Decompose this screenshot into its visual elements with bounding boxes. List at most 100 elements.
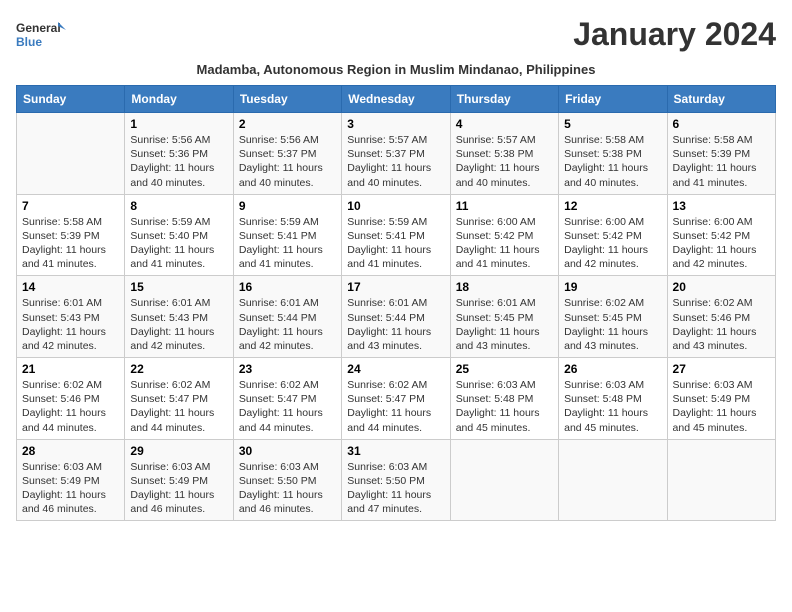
day-number: 24 <box>347 362 444 376</box>
day-number: 26 <box>564 362 661 376</box>
cell-content: Sunrise: 6:00 AM Sunset: 5:42 PM Dayligh… <box>564 215 661 272</box>
calendar-cell: 19 Sunrise: 6:02 AM Sunset: 5:45 PM Dayli… <box>559 276 667 358</box>
cell-content: Sunrise: 6:01 AM Sunset: 5:43 PM Dayligh… <box>130 296 227 353</box>
day-number: 17 <box>347 280 444 294</box>
calendar-cell <box>559 439 667 521</box>
calendar-cell: 31Sunrise: 6:03 AM Sunset: 5:50 PM Dayli… <box>342 439 450 521</box>
day-number: 30 <box>239 444 336 458</box>
day-number: 5 <box>564 117 661 131</box>
cell-content: Sunrise: 5:59 AM Sunset: 5:41 PM Dayligh… <box>239 215 336 272</box>
calendar-cell: 15 Sunrise: 6:01 AM Sunset: 5:43 PM Dayli… <box>125 276 233 358</box>
calendar-cell: 29Sunrise: 6:03 AM Sunset: 5:49 PM Dayli… <box>125 439 233 521</box>
calendar-cell: 28 Sunrise: 6:03 AM Sunset: 5:49 PM Dayli… <box>17 439 125 521</box>
day-number: 19 <box>564 280 661 294</box>
day-header-friday: Friday <box>559 86 667 113</box>
logo: General Blue <box>16 16 66 58</box>
cell-content: Sunrise: 5:58 AM Sunset: 5:39 PM Dayligh… <box>22 215 119 272</box>
day-header-wednesday: Wednesday <box>342 86 450 113</box>
calendar-cell: 21Sunrise: 6:02 AM Sunset: 5:46 PM Dayli… <box>17 358 125 440</box>
calendar-cell: 7 Sunrise: 5:58 AM Sunset: 5:39 PM Daylig… <box>17 194 125 276</box>
cell-content: Sunrise: 5:56 AM Sunset: 5:36 PM Dayligh… <box>130 133 227 190</box>
cell-content: Sunrise: 6:02 AM Sunset: 5:45 PM Dayligh… <box>564 296 661 353</box>
cell-content: Sunrise: 5:56 AM Sunset: 5:37 PM Dayligh… <box>239 133 336 190</box>
calendar-cell: 1 Sunrise: 5:56 AM Sunset: 5:36 PM Daylig… <box>125 113 233 195</box>
calendar-week-2: 7 Sunrise: 5:58 AM Sunset: 5:39 PM Daylig… <box>17 194 776 276</box>
calendar-cell: 22Sunrise: 6:02 AM Sunset: 5:47 PM Dayli… <box>125 358 233 440</box>
calendar-table: SundayMondayTuesdayWednesdayThursdayFrid… <box>16 85 776 521</box>
day-number: 4 <box>456 117 553 131</box>
calendar-cell: 10 Sunrise: 5:59 AM Sunset: 5:41 PM Dayli… <box>342 194 450 276</box>
cell-content: Sunrise: 5:58 AM Sunset: 5:39 PM Dayligh… <box>673 133 770 190</box>
day-number: 7 <box>22 199 119 213</box>
month-title: January 2024 <box>573 16 776 53</box>
calendar-cell: 20 Sunrise: 6:02 AM Sunset: 5:46 PM Dayli… <box>667 276 775 358</box>
day-header-thursday: Thursday <box>450 86 558 113</box>
calendar-cell: 5 Sunrise: 5:58 AM Sunset: 5:38 PM Daylig… <box>559 113 667 195</box>
calendar-cell: 30 Sunrise: 6:03 AM Sunset: 5:50 PM Dayli… <box>233 439 341 521</box>
cell-content: Sunrise: 6:02 AM Sunset: 5:47 PM Dayligh… <box>347 378 444 435</box>
calendar-cell: 11Sunrise: 6:00 AM Sunset: 5:42 PM Dayli… <box>450 194 558 276</box>
day-number: 20 <box>673 280 770 294</box>
calendar-subtitle: Madamba, Autonomous Region in Muslim Min… <box>16 62 776 77</box>
day-number: 22 <box>130 362 227 376</box>
calendar-week-1: 1 Sunrise: 5:56 AM Sunset: 5:36 PM Daylig… <box>17 113 776 195</box>
calendar-cell: 26 Sunrise: 6:03 AM Sunset: 5:48 PM Dayli… <box>559 358 667 440</box>
cell-content: Sunrise: 5:58 AM Sunset: 5:38 PM Dayligh… <box>564 133 661 190</box>
day-header-sunday: Sunday <box>17 86 125 113</box>
calendar-cell: 6 Sunrise: 5:58 AM Sunset: 5:39 PM Daylig… <box>667 113 775 195</box>
cell-content: Sunrise: 6:02 AM Sunset: 5:46 PM Dayligh… <box>22 378 119 435</box>
day-number: 10 <box>347 199 444 213</box>
day-number: 2 <box>239 117 336 131</box>
calendar-cell: 25Sunrise: 6:03 AM Sunset: 5:48 PM Dayli… <box>450 358 558 440</box>
day-number: 29 <box>130 444 227 458</box>
calendar-cell <box>450 439 558 521</box>
day-header-monday: Monday <box>125 86 233 113</box>
cell-content: Sunrise: 6:03 AM Sunset: 5:50 PM Dayligh… <box>239 460 336 517</box>
day-number: 27 <box>673 362 770 376</box>
cell-content: Sunrise: 6:01 AM Sunset: 5:45 PM Dayligh… <box>456 296 553 353</box>
calendar-cell: 9 Sunrise: 5:59 AM Sunset: 5:41 PM Daylig… <box>233 194 341 276</box>
cell-content: Sunrise: 6:02 AM Sunset: 5:46 PM Dayligh… <box>673 296 770 353</box>
cell-content: Sunrise: 6:01 AM Sunset: 5:44 PM Dayligh… <box>347 296 444 353</box>
cell-content: Sunrise: 6:03 AM Sunset: 5:50 PM Dayligh… <box>347 460 444 517</box>
svg-text:Blue: Blue <box>16 35 42 49</box>
calendar-cell: 18 Sunrise: 6:01 AM Sunset: 5:45 PM Dayli… <box>450 276 558 358</box>
day-number: 13 <box>673 199 770 213</box>
day-number: 8 <box>130 199 227 213</box>
day-number: 28 <box>22 444 119 458</box>
cell-content: Sunrise: 6:01 AM Sunset: 5:44 PM Dayligh… <box>239 296 336 353</box>
cell-content: Sunrise: 6:03 AM Sunset: 5:49 PM Dayligh… <box>673 378 770 435</box>
cell-content: Sunrise: 5:57 AM Sunset: 5:37 PM Dayligh… <box>347 133 444 190</box>
calendar-cell: 14 Sunrise: 6:01 AM Sunset: 5:43 PM Dayli… <box>17 276 125 358</box>
cell-content: Sunrise: 5:59 AM Sunset: 5:41 PM Dayligh… <box>347 215 444 272</box>
calendar-cell: 24 Sunrise: 6:02 AM Sunset: 5:47 PM Dayli… <box>342 358 450 440</box>
day-number: 14 <box>22 280 119 294</box>
day-header-tuesday: Tuesday <box>233 86 341 113</box>
cell-content: Sunrise: 6:03 AM Sunset: 5:49 PM Dayligh… <box>22 460 119 517</box>
calendar-cell: 23Sunrise: 6:02 AM Sunset: 5:47 PM Dayli… <box>233 358 341 440</box>
cell-content: Sunrise: 6:03 AM Sunset: 5:48 PM Dayligh… <box>564 378 661 435</box>
day-number: 3 <box>347 117 444 131</box>
calendar-week-5: 28 Sunrise: 6:03 AM Sunset: 5:49 PM Dayli… <box>17 439 776 521</box>
calendar-cell: 13Sunrise: 6:00 AM Sunset: 5:42 PM Dayli… <box>667 194 775 276</box>
calendar-cell: 8Sunrise: 5:59 AM Sunset: 5:40 PM Daylig… <box>125 194 233 276</box>
day-number: 15 <box>130 280 227 294</box>
day-number: 9 <box>239 199 336 213</box>
calendar-cell: 4 Sunrise: 5:57 AM Sunset: 5:38 PM Daylig… <box>450 113 558 195</box>
day-number: 11 <box>456 199 553 213</box>
day-number: 25 <box>456 362 553 376</box>
calendar-week-4: 21Sunrise: 6:02 AM Sunset: 5:46 PM Dayli… <box>17 358 776 440</box>
day-number: 6 <box>673 117 770 131</box>
day-number: 12 <box>564 199 661 213</box>
day-number: 1 <box>130 117 227 131</box>
calendar-cell <box>17 113 125 195</box>
day-number: 18 <box>456 280 553 294</box>
calendar-cell: 12 Sunrise: 6:00 AM Sunset: 5:42 PM Dayli… <box>559 194 667 276</box>
cell-content: Sunrise: 5:57 AM Sunset: 5:38 PM Dayligh… <box>456 133 553 190</box>
calendar-cell: 17 Sunrise: 6:01 AM Sunset: 5:44 PM Dayli… <box>342 276 450 358</box>
cell-content: Sunrise: 6:01 AM Sunset: 5:43 PM Dayligh… <box>22 296 119 353</box>
logo-svg: General Blue <box>16 16 66 58</box>
calendar-cell <box>667 439 775 521</box>
day-number: 23 <box>239 362 336 376</box>
day-header-saturday: Saturday <box>667 86 775 113</box>
